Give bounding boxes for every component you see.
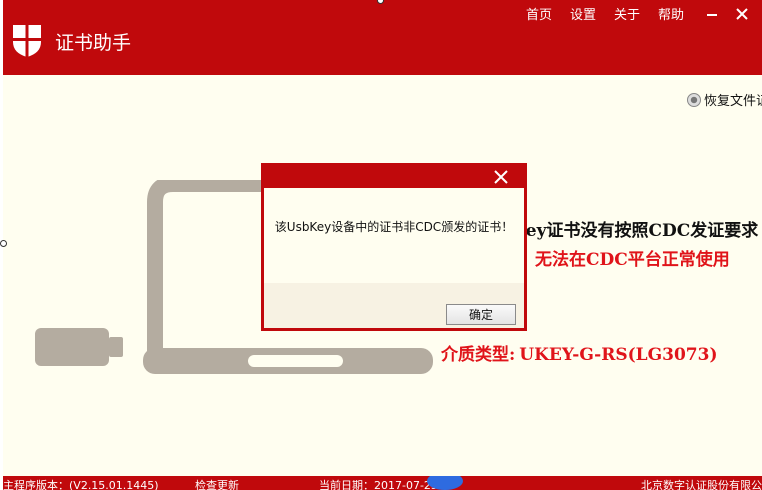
check-update-link[interactable]: 检查更新: [195, 477, 239, 490]
version-text: 主程序版本：(V2.15.01.1445): [3, 479, 159, 490]
dialog-header: [264, 166, 524, 188]
radio-icon[interactable]: [687, 92, 701, 107]
dialog-close-icon[interactable]: [492, 168, 510, 186]
dot-marker: [0, 240, 7, 247]
main-window: 证书助手 首页 设置 关于 帮助 恢复文件证书 key证书没有按照CD: [3, 0, 762, 490]
cert-warning-line1: key证书没有按照CDC发证要求: [514, 221, 759, 241]
media-type: 介质类型: UKEY-G-RS(LG3073): [441, 340, 722, 365]
media-type-value: UKEY-G-RS(LG3073): [519, 345, 718, 365]
menu-help[interactable]: 帮助: [658, 4, 684, 23]
cert-warning-line2: ，无法在CDC平台正常使用: [518, 250, 730, 270]
minimize-icon: [707, 13, 717, 16]
restore-file-cert-option[interactable]: 恢复文件证书: [687, 90, 762, 109]
close-icon: [736, 7, 748, 20]
app-title: 证书助手: [55, 32, 132, 54]
company-name: 北京数字认证股份有限公司: [641, 479, 762, 490]
menu-home[interactable]: 首页: [526, 4, 552, 23]
top-menu: 首页 设置 关于 帮助: [526, 4, 762, 23]
status-bar: 主程序版本：(V2.15.01.1445) 检查更新 当前日期：2017-07-…: [3, 476, 762, 490]
minimize-button[interactable]: [702, 5, 722, 23]
dialog-message: 该UsbKey设备中的证书非CDC颁发的证书！: [274, 220, 514, 234]
menu-settings[interactable]: 设置: [570, 4, 596, 23]
close-button[interactable]: [732, 5, 752, 23]
alert-dialog: 该UsbKey设备中的证书非CDC颁发的证书！ 确定: [261, 163, 527, 331]
app-logo-icon: [13, 25, 41, 57]
usb-key-icon: [35, 328, 123, 366]
media-type-label: 介质类型:: [441, 345, 516, 365]
ok-button[interactable]: 确定: [446, 304, 516, 325]
menu-about[interactable]: 关于: [614, 4, 640, 23]
restore-label: 恢复文件证书: [704, 94, 762, 109]
title-bar: 证书助手 首页 设置 关于 帮助: [3, 0, 762, 75]
current-date: 当前日期：2017-07-25: [319, 479, 438, 490]
